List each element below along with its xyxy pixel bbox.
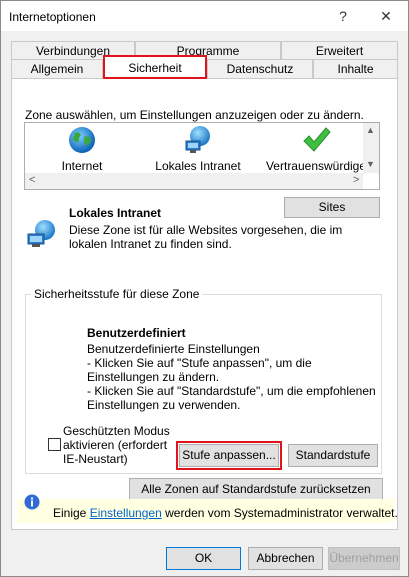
zone-label: Lokales Intranet	[155, 159, 241, 173]
title-bar: Internetoptionen ? ✕	[1, 1, 408, 31]
window-title: Internetoptionen	[9, 10, 96, 24]
scroll-right-icon[interactable]: >	[353, 174, 359, 186]
security-level-line3: - Klicken Sie auf "Standardstufe", um di…	[87, 384, 376, 412]
info-suffix: werden vom Systemadministrator verwaltet…	[161, 506, 398, 520]
zone-lokales-intranet[interactable]: Lokales Intranet	[143, 123, 253, 175]
tab-inhalte[interactable]: Inhalte	[313, 59, 398, 78]
admin-info-text: Einige Einstellungen werden vom Systemad…	[53, 506, 398, 520]
network-globe-icon	[185, 126, 210, 153]
scroll-down-icon[interactable]: ▼	[366, 159, 375, 169]
zone-instruction: Zone auswählen, um Einstellungen anzuzei…	[25, 108, 364, 122]
zone-list-vertical-scrollbar[interactable]: ▲ ▼	[363, 123, 379, 173]
zone-list: Internet Lokales Intranet Vertrauenswürd…	[24, 122, 380, 190]
tab-erweitert[interactable]: Erweitert	[281, 41, 398, 59]
green-check-icon	[303, 127, 331, 152]
zone-list-horizontal-scrollbar[interactable]: < >	[25, 173, 363, 189]
ok-button[interactable]: OK	[166, 547, 241, 570]
info-prefix: Einige	[53, 506, 90, 520]
cancel-button[interactable]: Abbrechen	[248, 547, 323, 570]
info-icon	[24, 494, 40, 510]
default-level-button[interactable]: Standardstufe	[288, 444, 378, 467]
close-button[interactable]: ✕	[371, 1, 401, 31]
protected-mode-label[interactable]: Geschützten Modus aktivieren (erfordert …	[63, 424, 173, 466]
security-level-name: Benutzerdefiniert	[87, 326, 186, 340]
zone-internet[interactable]: Internet	[27, 123, 137, 175]
security-level-group-title: Sicherheitsstufe für diese Zone	[31, 287, 203, 301]
zone-label: Internet	[61, 159, 103, 173]
tab-sicherheit[interactable]: Sicherheit	[103, 56, 207, 78]
tab-datenschutz[interactable]: Datenschutz	[207, 59, 313, 78]
help-button[interactable]: ?	[328, 1, 358, 31]
reset-all-zones-button[interactable]: Alle Zonen auf Standardstufe zurücksetze…	[129, 478, 383, 501]
globe-icon	[69, 127, 95, 153]
zone-label: Vertrauenswürdige	[265, 159, 367, 173]
security-level-line1: Benutzerdefinierte Einstellungen	[87, 342, 260, 356]
apply-button[interactable]: Übernehmen	[328, 547, 400, 570]
tab-allgemein[interactable]: Allgemein	[11, 59, 103, 78]
security-level-line2: - Klicken Sie auf "Stufe anpassen", um d…	[87, 356, 312, 384]
sites-button[interactable]: Sites	[284, 197, 380, 218]
zone-vertrauenswuerdige[interactable]: Vertrauenswürdige	[261, 123, 371, 175]
settings-link[interactable]: Einstellungen	[90, 506, 162, 520]
custom-level-button[interactable]: Stufe anpassen...	[179, 444, 279, 467]
scroll-up-icon[interactable]: ▲	[366, 125, 375, 135]
protected-mode-checkbox[interactable]	[48, 438, 61, 451]
selected-zone-description: Diese Zone ist für alle Websites vorgese…	[69, 223, 343, 251]
scroll-left-icon[interactable]: <	[29, 174, 35, 186]
selected-zone-name: Lokales Intranet	[69, 206, 162, 220]
intranet-zone-icon	[27, 220, 55, 247]
internet-options-dialog: Internetoptionen ? ✕ Verbindungen Progra…	[0, 0, 409, 577]
